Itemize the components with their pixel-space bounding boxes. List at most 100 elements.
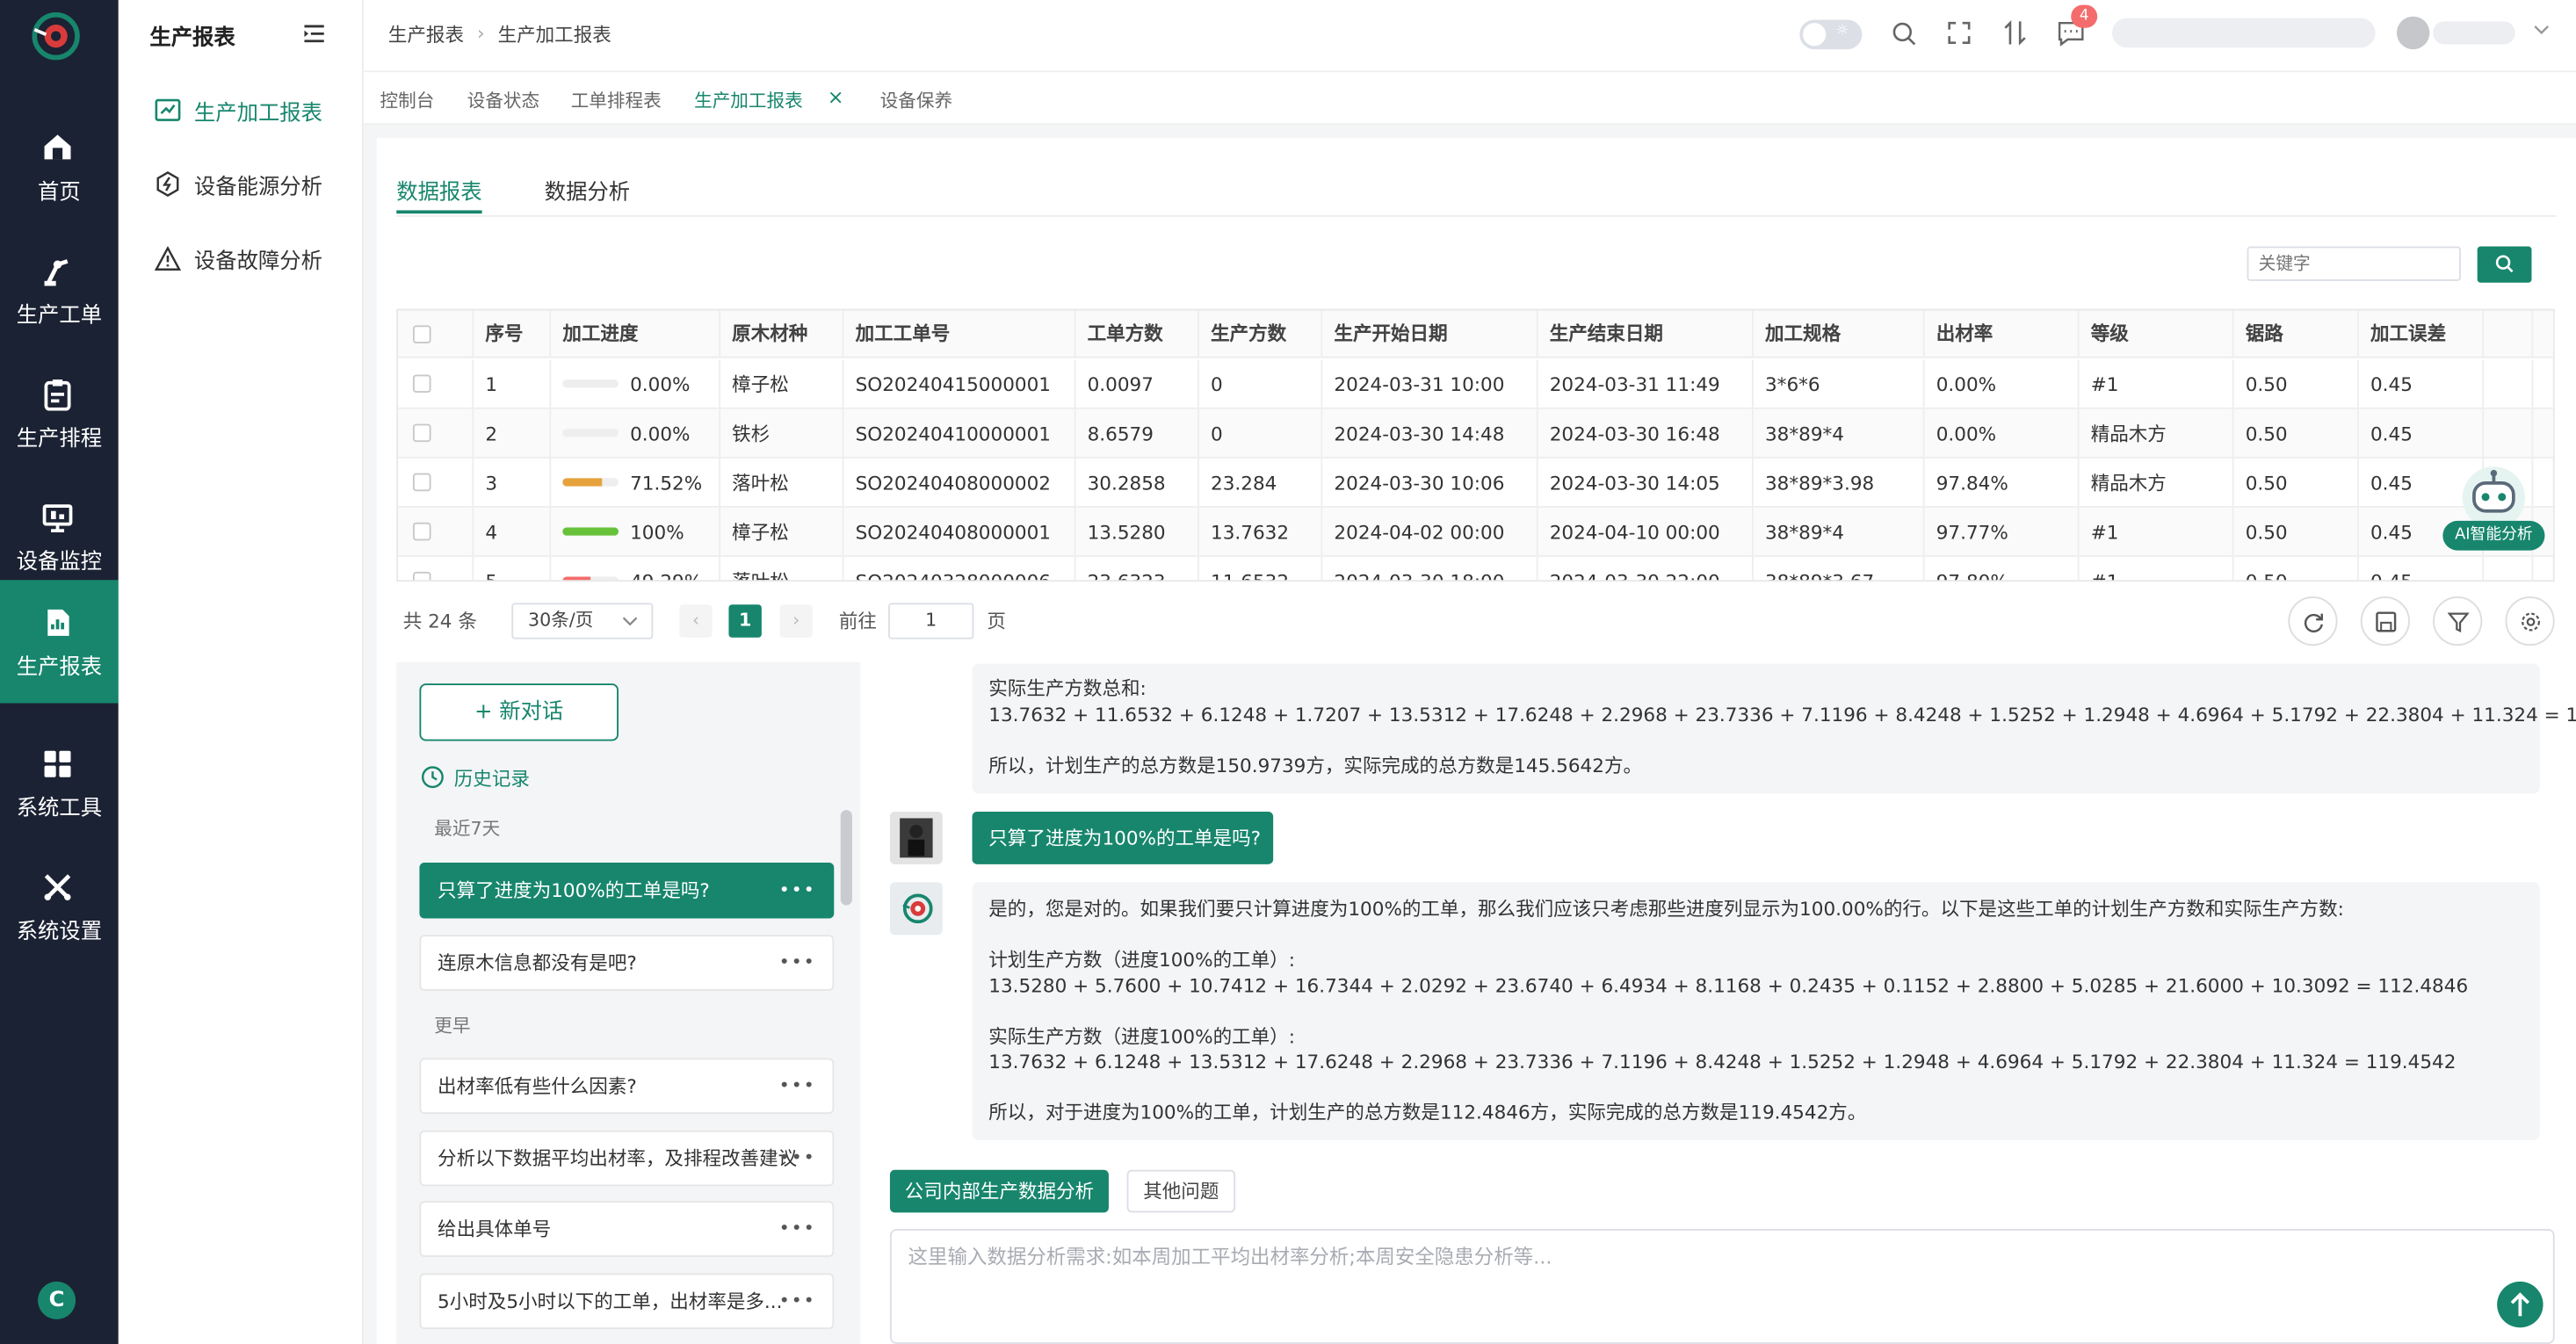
tab-production-report[interactable]: 生产加工报表	[694, 87, 803, 113]
sort-icon[interactable]	[2003, 19, 2026, 46]
nav-schedule[interactable]: 生产排程	[0, 355, 119, 470]
table-cell: 0.00%	[551, 359, 721, 408]
table-row[interactable]: 1 0.00% 樟子松 SO20240415000001 0.0097 0 2024-03-…	[398, 359, 2553, 409]
nav-work-order[interactable]: 生产工单	[0, 232, 119, 347]
search-button[interactable]	[2477, 246, 2532, 283]
table-row[interactable]: 5 49.29% 落叶松 SO20240328000006 23.6323 11.6532…	[398, 557, 2553, 581]
table-row[interactable]: 2 0.00% 铁杉 SO20240410000001 8.6579 0 2024-03-3…	[398, 408, 2553, 459]
more-icon[interactable]: •••	[779, 1074, 816, 1095]
table-cell: 5	[474, 557, 552, 581]
column-settings-button[interactable]	[2505, 596, 2555, 647]
nav-tools-label: 系统工具	[16, 797, 103, 822]
export-button[interactable]	[2360, 596, 2410, 647]
history-item[interactable]: 出材率低有些什么因素? •••	[419, 1058, 835, 1115]
history-item[interactable]: 连原木信息都没有是吧? •••	[419, 934, 835, 990]
table-row[interactable]: 4 100% 樟子松 SO20240408000001 13.5280 13.7632 20…	[398, 507, 2553, 558]
history-item[interactable]: 分析以下数据平均出材率，及排程改善建议 •••	[419, 1129, 835, 1186]
tab-maintenance[interactable]: 设备保养	[880, 87, 952, 113]
chat-input-placeholder: 这里输入数据分析需求:如本周加工平均出材率分析;本周安全隐患分析等...	[908, 1245, 1552, 1268]
tab-device-status[interactable]: 设备状态	[467, 87, 539, 113]
more-icon[interactable]: •••	[779, 1146, 816, 1167]
next-page-button[interactable]: ›	[779, 604, 813, 638]
table-cell: 38*89*3.67	[1754, 557, 1925, 581]
goto-label: 前往	[838, 609, 877, 633]
user-avatar-blurred[interactable]	[2396, 16, 2430, 50]
history-scrollbar[interactable]	[840, 810, 852, 906]
history-item[interactable]: 5小时及5小时以下的工单，出材率是多... •••	[419, 1272, 835, 1329]
row-checkbox[interactable]	[412, 423, 431, 443]
chevron-down-icon[interactable]	[2533, 25, 2550, 36]
keyword-search-input[interactable]	[2247, 246, 2461, 281]
chat-input-box[interactable]: 这里输入数据分析需求:如本周加工平均出材率分析;本周安全隐患分析等...	[889, 1229, 2555, 1344]
search-icon	[2495, 255, 2514, 273]
history-item-label: 只算了进度为100%的工单是吗?	[438, 878, 710, 902]
assistant-avatar	[889, 882, 943, 936]
table-cell: #1	[2080, 507, 2234, 556]
tab-data-analysis[interactable]: 数据分析	[545, 174, 630, 206]
nav-monitor[interactable]: 设备监控	[0, 478, 119, 593]
more-icon[interactable]: •••	[779, 879, 816, 900]
page-number-current[interactable]: 1	[728, 604, 762, 638]
nav-settings-label: 系统设置	[16, 920, 103, 945]
more-icon[interactable]: •••	[779, 1218, 816, 1239]
filter-button[interactable]	[2433, 596, 2483, 647]
tab-console[interactable]: 控制台	[380, 87, 435, 113]
row-checkbox[interactable]	[412, 374, 431, 394]
submenu-item-production-report[interactable]: 生产加工报表	[155, 90, 322, 130]
row-checkbox[interactable]	[412, 522, 431, 541]
progress-bar	[562, 576, 619, 581]
nav-report[interactable]: 生产报表	[0, 580, 119, 704]
chip-internal-data-analysis[interactable]: 公司内部生产数据分析	[889, 1169, 1109, 1213]
fullscreen-icon[interactable]	[1948, 21, 1971, 44]
submenu-item-label: 设备能源分析	[193, 175, 323, 200]
history-item-label: 给出具体单号	[438, 1217, 552, 1241]
chip-other-questions[interactable]: 其他问题	[1126, 1169, 1236, 1213]
theme-toggle[interactable]: ☼	[1799, 19, 1863, 50]
search-icon[interactable]	[1892, 21, 1916, 46]
settings-icon	[44, 874, 71, 900]
row-select-cell	[398, 359, 474, 408]
tab-close-icon[interactable]: ×	[828, 85, 844, 108]
more-icon[interactable]: •••	[779, 1289, 816, 1310]
column-header: 出材率	[1925, 310, 2080, 357]
breadcrumb-item[interactable]: 生产报表	[388, 21, 464, 47]
history-item-label: 5小时及5小时以下的工单，出材率是多...	[438, 1289, 783, 1312]
goto-page-input[interactable]: 1	[888, 603, 974, 639]
history-item[interactable]: 只算了进度为100%的工单是吗? •••	[419, 862, 835, 919]
table-cell: 100%	[551, 507, 721, 556]
prev-page-button[interactable]: ‹	[679, 604, 713, 638]
select-all-checkbox[interactable]	[412, 324, 431, 343]
more-icon[interactable]: •••	[779, 950, 816, 972]
table-cell: 3	[474, 458, 552, 507]
message-line: 13.5280 + 5.7600 + 10.7412 + 16.7344 + 2…	[988, 973, 2469, 997]
submenu-item-energy[interactable]: 设备能源分析	[155, 164, 322, 204]
table-cell: 23.284	[1199, 458, 1323, 507]
row-checkbox[interactable]	[412, 571, 431, 581]
table-cell: 2024-03-30 18:00	[1322, 557, 1538, 581]
refresh-button[interactable]	[2288, 596, 2338, 647]
submenu-item-fault[interactable]: 设备故障分析	[154, 238, 322, 278]
ai-analysis-badge[interactable]: AI智能分析	[2442, 520, 2545, 551]
home-icon	[44, 134, 71, 160]
page-size-select[interactable]: 30条/页	[511, 603, 654, 639]
table-cell: 0.00%	[551, 408, 721, 457]
tab-work-order-schedule[interactable]: 工单排程表	[571, 87, 662, 113]
table-row[interactable]: 3 71.52% 落叶松 SO20240408000002 30.2858 23.284 2…	[398, 458, 2553, 508]
column-header: 生产开始日期	[1322, 310, 1538, 357]
nav-tools[interactable]: 系统工具	[0, 725, 119, 840]
nav-home[interactable]: 首页	[0, 108, 119, 223]
new-chat-button[interactable]: + 新对话	[419, 683, 619, 741]
row-checkbox[interactable]	[412, 473, 431, 492]
menu-collapse-icon[interactable]	[304, 25, 324, 43]
table-cell: 落叶松	[720, 458, 844, 507]
user-avatar[interactable]: C	[38, 1281, 76, 1319]
nav-settings[interactable]: 系统设置	[0, 848, 119, 963]
progress-bar	[562, 429, 619, 437]
table-cell: 2	[474, 408, 552, 457]
send-button[interactable]	[2497, 1281, 2543, 1328]
table-header[interactable]: 序号 加工进度 原木材种 加工工单号 工单方数 生产方数 生产开始日期 生产结束日期 加工规格出…	[398, 310, 2553, 358]
history-item[interactable]: 给出具体单号 •••	[419, 1201, 835, 1257]
submenu-item-label: 生产加工报表	[193, 101, 323, 126]
tab-data-report[interactable]: 数据报表	[396, 174, 481, 206]
logo	[30, 10, 83, 62]
